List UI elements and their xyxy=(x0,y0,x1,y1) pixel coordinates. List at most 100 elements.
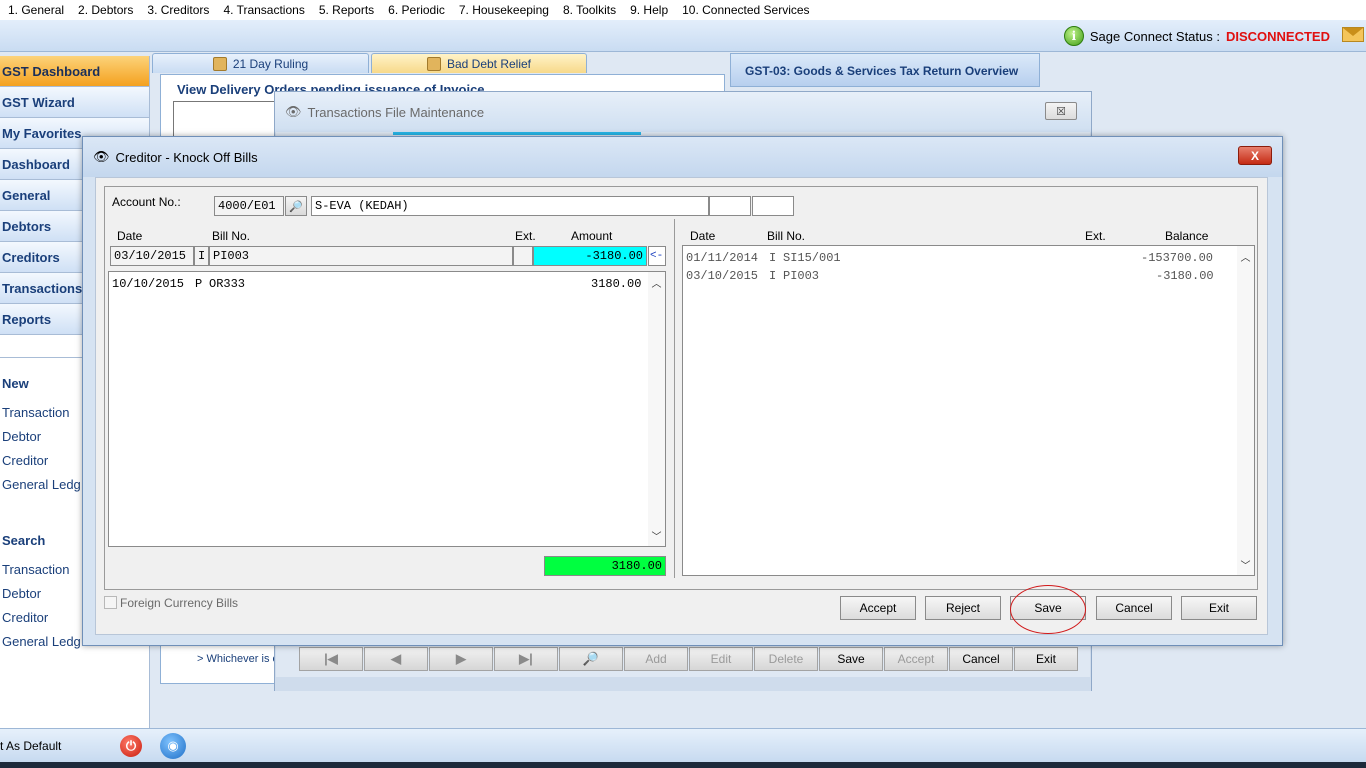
account-label: Account No.: xyxy=(112,195,181,209)
list-item-date[interactable]: 03/10/2015 xyxy=(686,269,758,283)
accept-button[interactable]: Accept xyxy=(840,596,916,620)
current-bill-ext[interactable] xyxy=(513,246,533,266)
tfm-add-button[interactable]: Add xyxy=(624,647,688,671)
next-record-button[interactable]: ▶ xyxy=(429,647,493,671)
right-header-balance: Balance xyxy=(1165,229,1209,243)
right-header-bill: Bill No. xyxy=(767,229,806,243)
tfm-exit-button[interactable]: Exit xyxy=(1014,647,1078,671)
scroll-down-icon[interactable]: ﹀ xyxy=(648,527,665,544)
tab-baddebt-label: Bad Debt Relief xyxy=(446,56,532,71)
menu-toolkits[interactable]: 8. Toolkits xyxy=(563,3,623,17)
list-item-bill[interactable]: OR333 xyxy=(209,277,245,291)
right-list-scrollbar[interactable]: ︿ ﹀ xyxy=(1237,246,1254,575)
assign-arrow-button[interactable]: <- xyxy=(648,246,666,266)
sidebar-item-gst-dashboard[interactable]: GST Dashboard xyxy=(0,56,149,87)
delivery-orders-box xyxy=(173,101,283,141)
left-header-bill: Bill No. xyxy=(212,229,251,243)
tfm-save-button[interactable]: Save xyxy=(819,647,883,671)
left-list-scrollbar[interactable]: ︿ ﹀ xyxy=(648,272,665,546)
tfm-toolbar: |◀ ◀ ▶ ▶| 🔎 Add Edit Delete Save Accept … xyxy=(299,647,1079,671)
mail-icon[interactable] xyxy=(1342,27,1364,42)
previous-record-button[interactable]: ◀ xyxy=(364,647,428,671)
left-total-field: 3180.00 xyxy=(544,556,666,576)
left-payments-list[interactable]: 10/10/2015 P OR333 3180.00 ︿ ﹀ xyxy=(108,271,666,547)
scroll-up-icon[interactable]: ︿ xyxy=(648,274,665,291)
menu-transactions[interactable]: 4. Transactions xyxy=(223,3,311,17)
account-lookup-button[interactable]: 🔎 xyxy=(285,196,307,216)
exit-button-label: Exit xyxy=(1208,601,1229,615)
tfm-bottom-strip xyxy=(275,677,1091,691)
info-icon[interactable]: i xyxy=(1063,26,1084,46)
list-item-date[interactable]: 10/10/2015 xyxy=(112,277,184,291)
tfm-accent-line xyxy=(393,132,641,135)
list-item-amount[interactable]: 3180.00 xyxy=(591,277,641,291)
first-record-button[interactable]: |◀ xyxy=(299,647,363,671)
calendar-icon xyxy=(212,56,227,71)
knock-off-titlebar: 👁 Creditor - Knock Off Bills xyxy=(83,137,1282,177)
menu-periodic[interactable]: 6. Periodic xyxy=(388,3,452,17)
tfm-titlebar: 👁 Transactions File Maintenance xyxy=(275,92,1091,132)
left-header-date: Date xyxy=(117,229,143,243)
window-icon: 👁 xyxy=(93,149,110,164)
right-bills-list[interactable]: 01/11/2014 I SI15/001 -153700.00 03/10/2… xyxy=(682,245,1255,576)
reject-button[interactable]: Reject xyxy=(925,596,1001,620)
exit-button[interactable]: Exit xyxy=(1181,596,1257,620)
menu-connected-services[interactable]: 10. Connected Services xyxy=(682,3,816,17)
people-icon xyxy=(426,56,441,71)
taskbar xyxy=(0,762,1366,768)
list-item-type[interactable]: I xyxy=(769,269,776,283)
rss-icon[interactable]: ◉ xyxy=(160,733,186,759)
search-icon: 🔎 xyxy=(289,200,303,213)
account-extra-field-1[interactable] xyxy=(709,196,751,216)
current-bill-date[interactable]: 03/10/2015 xyxy=(110,246,194,266)
find-record-button[interactable]: 🔎 xyxy=(559,647,623,671)
list-item-type[interactable]: I xyxy=(769,251,776,265)
menu-housekeeping[interactable]: 7. Housekeeping xyxy=(459,3,556,17)
knock-off-title: Creditor - Knock Off Bills xyxy=(115,149,258,165)
scroll-down-icon[interactable]: ﹀ xyxy=(1237,556,1254,573)
cancel-button[interactable]: Cancel xyxy=(1096,596,1172,620)
power-icon[interactable]: ⏻ xyxy=(120,735,142,757)
list-item-balance[interactable]: -153700.00 xyxy=(1141,251,1213,265)
save-button-label: Save xyxy=(1034,601,1062,615)
tfm-cancel-button[interactable]: Cancel xyxy=(949,647,1013,671)
account-no-field[interactable]: 4000/E01 xyxy=(214,196,284,216)
save-button[interactable]: Save xyxy=(1010,596,1086,620)
last-record-button[interactable]: ▶| xyxy=(494,647,558,671)
current-bill-amount[interactable]: -3180.00 xyxy=(533,246,647,266)
account-name-field[interactable]: S-EVA (KEDAH) xyxy=(311,196,709,216)
tfm-accept-button[interactable]: Accept xyxy=(884,647,948,671)
menu-creditors[interactable]: 3. Creditors xyxy=(147,3,216,17)
menu-help[interactable]: 9. Help xyxy=(630,3,675,17)
tfm-title: Transactions File Maintenance xyxy=(307,104,485,120)
sage-status-label: Sage Connect Status : xyxy=(1089,28,1220,44)
tab-bad-debt-relief[interactable]: Bad Debt Relief xyxy=(371,53,587,73)
sage-status-value: DISCONNECTED xyxy=(1225,28,1330,44)
tfm-close-button[interactable]: ☒ xyxy=(1045,102,1077,120)
list-item-bill[interactable]: PI003 xyxy=(783,269,819,283)
list-item-balance[interactable]: -3180.00 xyxy=(1156,269,1214,283)
footnote-text: > Whichever is e xyxy=(197,653,279,665)
list-item-date[interactable]: 01/11/2014 xyxy=(686,251,758,265)
menu-reports[interactable]: 5. Reports xyxy=(319,3,381,17)
gst-overview-panel[interactable]: GST-03: Goods & Services Tax Return Over… xyxy=(730,53,1040,87)
current-bill-type[interactable]: I xyxy=(194,246,209,266)
current-bill-no[interactable]: PI003 xyxy=(209,246,513,266)
right-header-ext: Ext. xyxy=(1085,229,1106,243)
knock-off-close-button[interactable]: X xyxy=(1238,146,1272,165)
sidebar-item-gst-wizard[interactable]: GST Wizard xyxy=(0,87,149,118)
accept-button-label: Accept xyxy=(859,601,897,615)
tfm-delete-button[interactable]: Delete xyxy=(754,647,818,671)
window-icon: 👁 xyxy=(285,104,302,119)
account-extra-field-2[interactable] xyxy=(752,196,794,216)
tfm-edit-button[interactable]: Edit xyxy=(689,647,753,671)
menu-general[interactable]: 1. General xyxy=(8,3,71,17)
menu-debtors[interactable]: 2. Debtors xyxy=(78,3,140,17)
foreign-currency-checkbox[interactable] xyxy=(104,596,117,609)
right-header-date: Date xyxy=(690,229,716,243)
list-item-type[interactable]: P xyxy=(195,277,202,291)
scroll-up-icon[interactable]: ︿ xyxy=(1237,248,1254,265)
cancel-button-label: Cancel xyxy=(1115,601,1153,615)
list-item-bill[interactable]: SI15/001 xyxy=(783,251,841,265)
tab-21-day-ruling[interactable]: 21 Day Ruling xyxy=(152,53,369,73)
